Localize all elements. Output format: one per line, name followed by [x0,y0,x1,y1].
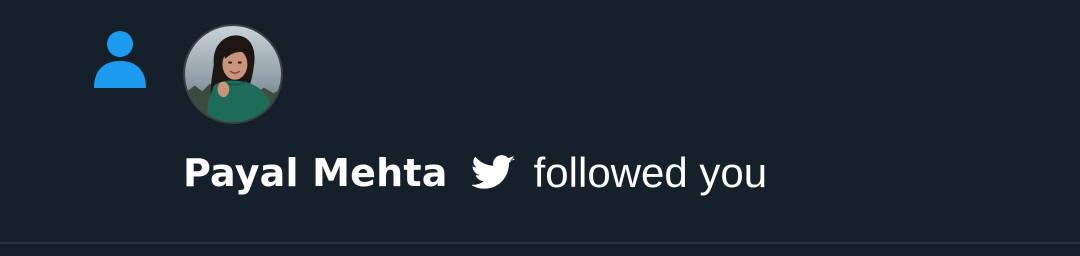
divider [0,242,1080,244]
action-text: followed you [533,149,768,196]
person-icon [92,30,148,90]
twitter-bird-icon [471,155,516,191]
follow-notification[interactable]: Payal Mehta followed you [0,0,1080,256]
avatar[interactable] [183,24,283,124]
user-name[interactable]: Payal Mehta [183,151,448,195]
notification-text: Payal Mehta followed you [183,143,767,203]
